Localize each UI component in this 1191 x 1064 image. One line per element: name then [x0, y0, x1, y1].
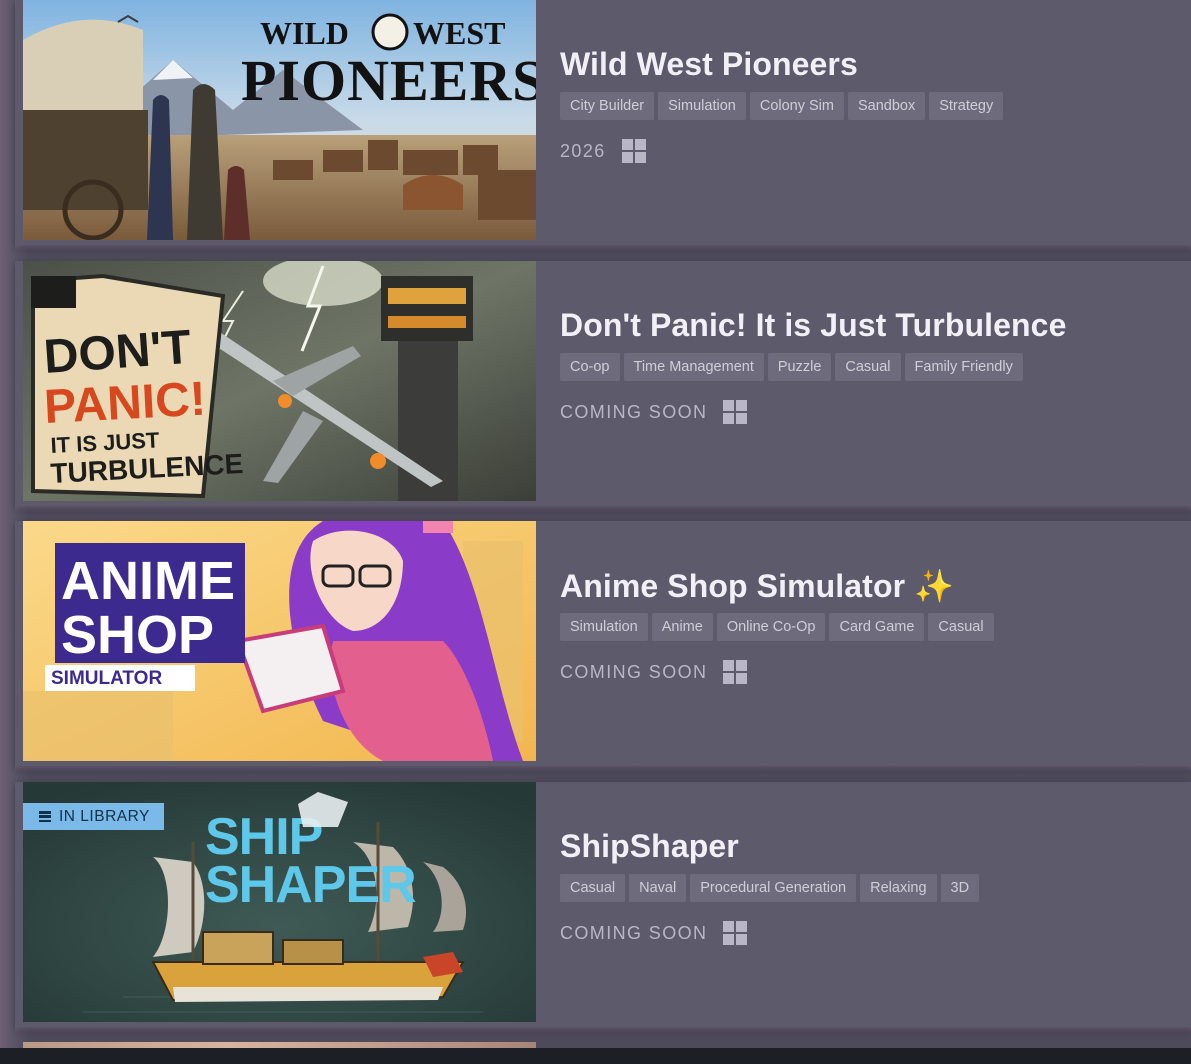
release-date: 2026: [560, 140, 606, 161]
release-date: COMING SOON: [560, 661, 708, 682]
capsule-art-wild-west: WILD WEST PIONEERS: [23, 0, 536, 240]
tag[interactable]: Strategy: [929, 92, 1004, 120]
tag[interactable]: Simulation: [658, 92, 746, 120]
tag[interactable]: Co-op: [560, 353, 620, 381]
tag[interactable]: Casual: [928, 613, 994, 641]
svg-text:PANIC!: PANIC!: [43, 373, 207, 434]
svg-text:SHOP: SHOP: [61, 605, 214, 665]
release-info: COMING SOON: [560, 921, 748, 945]
tag[interactable]: Family Friendly: [904, 353, 1023, 381]
svg-text:WILD: WILD: [260, 15, 349, 51]
tag[interactable]: Relaxing: [860, 874, 937, 902]
release-date: COMING SOON: [560, 401, 708, 422]
tag[interactable]: Casual: [560, 874, 626, 902]
game-row[interactable]: DON'T PANIC! IT IS JUST TURBULENCE Don't…: [15, 261, 1191, 512]
game-title-text: Anime Shop Simulator: [560, 568, 906, 604]
sparkle-icon: ✨: [914, 568, 955, 604]
list-icon: [39, 811, 51, 822]
in-library-badge: IN LIBRARY: [23, 803, 164, 830]
windows-icon: [621, 139, 646, 163]
windows-icon: [723, 400, 748, 424]
windows-icon: [723, 660, 748, 684]
tag[interactable]: City Builder: [560, 92, 655, 120]
release-info: COMING SOON: [560, 400, 748, 424]
tag[interactable]: 3D: [940, 874, 980, 902]
tag[interactable]: Puzzle: [767, 353, 832, 381]
tag[interactable]: Simulation: [560, 613, 648, 641]
viewport: WILD WEST PIONEERS Wild West Pioneers Ci…: [0, 0, 1191, 1064]
game-title[interactable]: Wild West Pioneers: [560, 46, 858, 83]
game-row[interactable]: WILD WEST PIONEERS Wild West Pioneers Ci…: [15, 0, 1191, 251]
game-title[interactable]: Anime Shop Simulator ✨: [560, 567, 954, 605]
tag[interactable]: Casual: [835, 353, 901, 381]
tag[interactable]: Card Game: [829, 613, 925, 641]
tag-list: Co-op Time Management Puzzle Casual Fami…: [560, 353, 1023, 381]
svg-text:ANIME: ANIME: [61, 551, 235, 611]
bottom-bar: [0, 1048, 1191, 1064]
tag[interactable]: Online Co-Op: [716, 613, 826, 641]
game-title[interactable]: Don't Panic! It is Just Turbulence: [560, 307, 1066, 344]
game-capsule-image[interactable]: DON'T PANIC! IT IS JUST TURBULENCE: [23, 261, 536, 501]
badge-label: IN LIBRARY: [59, 808, 150, 825]
game-capsule-image[interactable]: ANIME SHOP SIMULATOR: [23, 521, 536, 761]
release-date: COMING SOON: [560, 922, 708, 943]
game-row[interactable]: SHIP SHAPER IN LIBRARY ShipShaper Casual…: [15, 782, 1191, 1033]
tag[interactable]: Anime: [651, 613, 713, 641]
tag-list: City Builder Simulation Colony Sim Sandb…: [560, 92, 1004, 120]
capsule-art-anime-shop: ANIME SHOP SIMULATOR: [23, 521, 536, 761]
svg-text:PIONEERS: PIONEERS: [241, 48, 536, 113]
tag[interactable]: Naval: [629, 874, 687, 902]
release-info: COMING SOON: [560, 660, 748, 684]
svg-text:SHAPER: SHAPER: [205, 856, 416, 914]
tag[interactable]: Time Management: [623, 353, 764, 381]
svg-text:SIMULATOR: SIMULATOR: [51, 668, 162, 689]
tag[interactable]: Procedural Generation: [690, 874, 857, 902]
release-info: 2026: [560, 139, 646, 163]
game-row[interactable]: ANIME SHOP SIMULATOR Anime Shop Simulato…: [15, 521, 1191, 772]
tag-list: Simulation Anime Online Co-Op Card Game …: [560, 613, 994, 641]
capsule-art-dont-panic: DON'T PANIC! IT IS JUST TURBULENCE: [23, 261, 536, 501]
game-capsule-image[interactable]: SHIP SHAPER IN LIBRARY: [23, 782, 536, 1022]
svg-text:WEST: WEST: [413, 15, 505, 51]
tag[interactable]: Sandbox: [847, 92, 926, 120]
tag-list: Casual Naval Procedural Generation Relax…: [560, 874, 980, 902]
game-capsule-image[interactable]: WILD WEST PIONEERS: [23, 0, 536, 240]
game-title[interactable]: ShipShaper: [560, 828, 739, 865]
windows-icon: [723, 921, 748, 945]
tag[interactable]: Colony Sim: [749, 92, 844, 120]
